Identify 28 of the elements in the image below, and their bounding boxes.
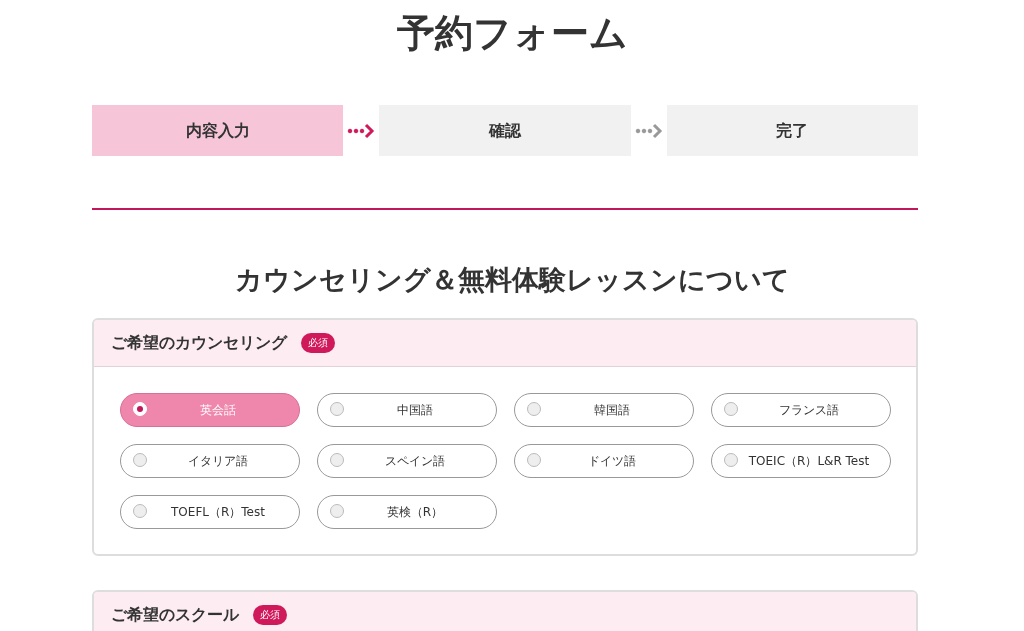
radio-icon [330,402,344,416]
radio-option[interactable]: 英検（R） [317,495,497,529]
radio-icon [133,402,147,416]
radio-icon [133,453,147,467]
progress-step: 確認 [379,105,631,156]
field-label: ご希望のスクール [111,604,239,626]
field-label: ご希望のカウンセリング [111,332,287,354]
radio-icon [330,504,344,518]
radio-option[interactable]: フランス語 [711,393,891,427]
radio-icon [724,453,738,467]
section-heading: カウンセリング＆無料体験レッスンについて [233,263,791,297]
radio-icon [724,402,738,416]
radio-icon [527,453,541,467]
radio-option[interactable]: ドイツ語 [514,444,694,478]
radio-option[interactable]: 韓国語 [514,393,694,427]
radio-option[interactable]: TOEFL（R）Test [120,495,300,529]
radio-icon [330,453,344,467]
required-badge: 必須 [253,605,287,625]
radio-icon [133,504,147,518]
page-title: 予約フォーム [395,10,629,57]
radio-option[interactable]: TOEIC（R）L&R Test [711,444,891,478]
required-badge: 必須 [301,333,335,353]
radio-option[interactable]: イタリア語 [120,444,300,478]
radio-icon [527,402,541,416]
radio-option[interactable]: スペイン語 [317,444,497,478]
radio-option[interactable]: 中国語 [317,393,497,427]
progress-step: 完了 [666,105,918,156]
progress-step: 内容入力 [92,105,344,156]
